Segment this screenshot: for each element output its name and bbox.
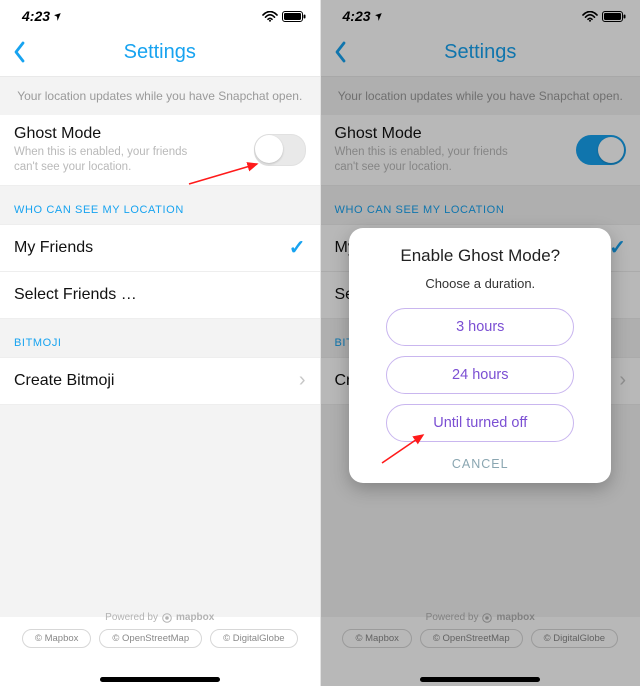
- ghost-mode-row[interactable]: Ghost Mode When this is enabled, your fr…: [0, 115, 320, 186]
- footer: Powered by mapbox © Mapbox © OpenStreetM…: [0, 612, 320, 686]
- powered-label: Powered by: [105, 612, 158, 623]
- empty-area: [0, 405, 320, 617]
- ghost-mode-sub: When this is enabled, your friends can't…: [14, 145, 214, 175]
- duration-24-hours-button[interactable]: 24 hours: [386, 356, 574, 394]
- phone-left: 4:23 ➤ Settings Your location updates wh…: [0, 0, 320, 686]
- my-friends-label: My Friends: [14, 239, 93, 257]
- mapbox-logo-icon: [162, 613, 172, 623]
- modal-cancel-button[interactable]: CANCEL: [452, 457, 509, 471]
- checkmark-icon: ✓: [289, 235, 306, 260]
- chevron-left-icon: [12, 40, 26, 64]
- row-create-bitmoji[interactable]: Create Bitmoji ›: [0, 358, 320, 405]
- page-title: Settings: [124, 41, 196, 64]
- navbar: Settings: [0, 28, 320, 77]
- create-bitmoji-label: Create Bitmoji: [14, 372, 114, 390]
- attrib-digitalglobe[interactable]: © DigitalGlobe: [210, 629, 297, 648]
- section-header-location: WHO CAN SEE MY LOCATION: [0, 186, 320, 225]
- ghost-mode-toggle[interactable]: [254, 134, 306, 166]
- row-select-friends[interactable]: Select Friends …: [0, 272, 320, 319]
- duration-until-off-button[interactable]: Until turned off: [386, 404, 574, 442]
- wifi-icon: [262, 11, 278, 22]
- section-header-bitmoji: BITMOJI: [0, 319, 320, 358]
- back-button[interactable]: [6, 28, 32, 76]
- status-bar: 4:23 ➤: [0, 0, 320, 28]
- ghost-mode-duration-modal: Enable Ghost Mode? Choose a duration. 3 …: [349, 228, 611, 483]
- powered-brand: mapbox: [176, 612, 214, 623]
- attrib-osm[interactable]: © OpenStreetMap: [99, 629, 202, 648]
- chevron-right-icon: ›: [299, 369, 306, 392]
- select-friends-label: Select Friends …: [14, 286, 137, 304]
- modal-subtitle: Choose a duration.: [425, 276, 535, 291]
- phone-right: 4:23 ➤ Settings Your location updates wh…: [320, 0, 640, 686]
- info-strip: Your location updates while you have Sna…: [0, 77, 320, 115]
- battery-icon: [282, 11, 306, 22]
- modal-title: Enable Ghost Mode?: [400, 246, 560, 266]
- row-my-friends[interactable]: My Friends ✓: [0, 225, 320, 272]
- attrib-mapbox[interactable]: © Mapbox: [22, 629, 91, 648]
- home-indicator[interactable]: [100, 677, 220, 682]
- location-arrow-icon: ➤: [51, 9, 64, 22]
- ghost-mode-title: Ghost Mode: [14, 125, 214, 143]
- status-time: 4:23: [22, 8, 50, 24]
- duration-3-hours-button[interactable]: 3 hours: [386, 308, 574, 346]
